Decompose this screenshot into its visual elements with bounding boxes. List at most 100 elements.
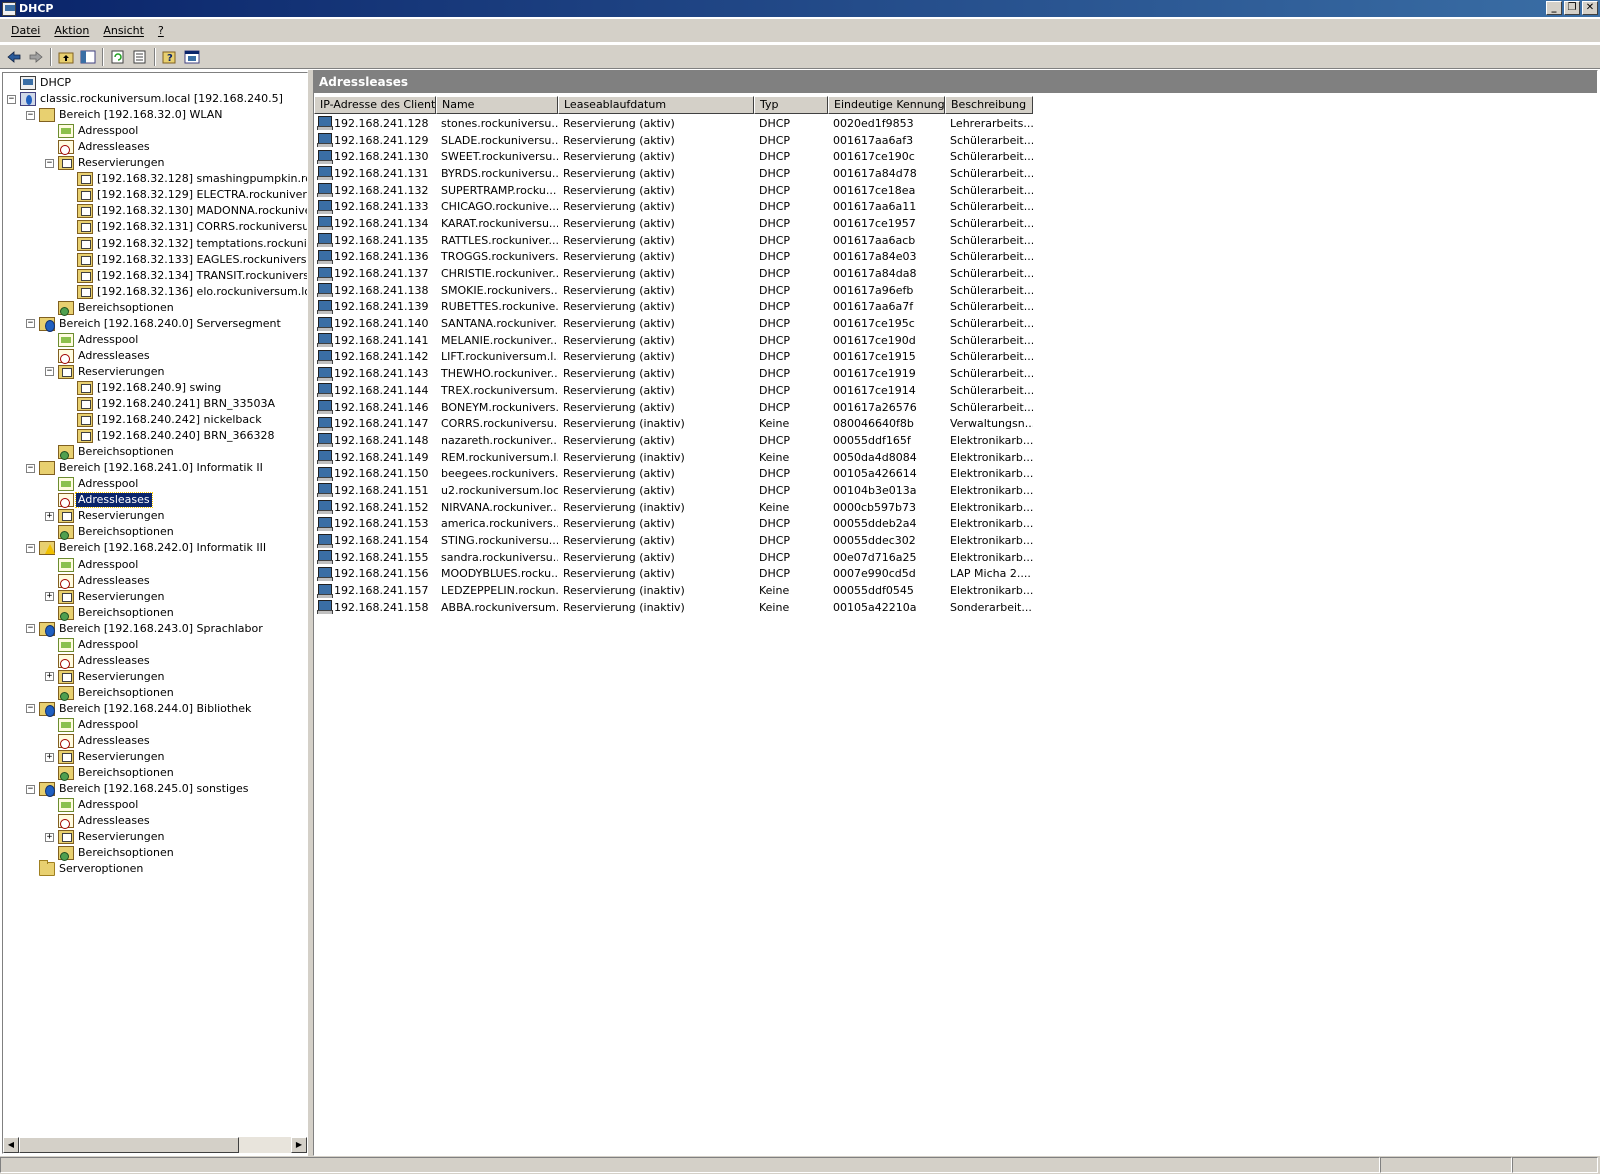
table-row[interactable]: 192.168.241.155 sandra.rockuniversu... Res…: [314, 549, 1033, 566]
tree-item[interactable]: Adressleases: [45, 733, 152, 750]
scroll-thumb[interactable]: [19, 1137, 239, 1153]
help-icon[interactable]: ?: [159, 47, 181, 67]
tree-item[interactable]: [192.168.32.136] elo.rockuniversum.local: [64, 284, 307, 300]
tree-item[interactable]: [192.168.32.131] CORRS.rockuniversum.lc: [64, 219, 307, 235]
tree-item[interactable]: [192.168.32.134] TRANSIT.rockuniversum: [64, 268, 307, 284]
tree-item[interactable]: Adresspool: [45, 717, 140, 733]
tree-item[interactable]: Adresspool: [45, 797, 140, 813]
scroll-track[interactable]: [239, 1137, 291, 1153]
tree-item[interactable]: Adressleases: [45, 492, 153, 509]
tree-item[interactable]: + Reservierungen: [45, 589, 166, 605]
table-row[interactable]: 192.168.241.144 TREX.rockuniversum... Rese…: [314, 382, 1033, 399]
tree-item[interactable]: − Bereich [192.168.32.0] WLAN: [26, 107, 225, 123]
tree-item[interactable]: [192.168.32.132] temptations.rockunivers: [64, 236, 307, 252]
expand-icon[interactable]: +: [45, 832, 54, 842]
table-row[interactable]: 192.168.241.137 CHRISTIE.rockuniver... Res…: [314, 265, 1033, 282]
tree-item[interactable]: − Bereich [192.168.245.0] sonstiges: [26, 781, 251, 798]
tree-item[interactable]: Bereichsoptionen: [45, 300, 176, 316]
table-row[interactable]: 192.168.241.129 SLADE.rockuniversu... Rese…: [314, 132, 1033, 149]
tree-item[interactable]: − Reservierungen: [45, 155, 166, 171]
collapse-icon[interactable]: −: [26, 319, 35, 329]
properties-icon[interactable]: [181, 47, 203, 67]
tree-item[interactable]: + Reservierungen: [45, 749, 166, 765]
tree-item[interactable]: − Bereich [192.168.240.0] Serversegment: [26, 316, 283, 332]
collapse-icon[interactable]: −: [26, 624, 35, 634]
table-row[interactable]: 192.168.241.147 CORRS.rockuniversu... Rese…: [314, 415, 1033, 432]
tree-item[interactable]: Adressleases: [45, 348, 152, 364]
close-button[interactable]: ✕: [1582, 1, 1598, 15]
tree-item[interactable]: DHCP: [7, 75, 73, 91]
collapse-icon[interactable]: −: [45, 367, 54, 377]
menu-aktion[interactable]: Aktion: [47, 22, 96, 39]
expand-icon[interactable]: +: [45, 752, 54, 762]
console-tree[interactable]: DHCP − classic.rockuniversum.local [192.16…: [2, 72, 308, 1154]
table-row[interactable]: 192.168.241.136 TROGGS.rockunivers... Rese…: [314, 249, 1033, 266]
tree-item[interactable]: Adresspool: [45, 123, 140, 139]
collapse-icon[interactable]: −: [26, 110, 35, 120]
tree-item[interactable]: − Reservierungen: [45, 364, 166, 380]
refresh-icon[interactable]: [107, 47, 129, 67]
table-row[interactable]: 192.168.241.128 stones.rockuniversu... Res…: [314, 115, 1033, 132]
tree-item[interactable]: Adresspool: [45, 476, 140, 492]
tree-item[interactable]: Adressleases: [45, 573, 152, 589]
table-row[interactable]: 192.168.241.153 america.rockunivers... Res…: [314, 516, 1033, 533]
tree-item[interactable]: Adressleases: [45, 139, 152, 156]
column-header-unique-id[interactable]: Eindeutige Kennung: [828, 96, 945, 114]
table-row[interactable]: 192.168.241.135 RATTLES.rockuniver... Rese…: [314, 232, 1033, 249]
table-row[interactable]: 192.168.241.133 CHICAGO.rockunive... Reser…: [314, 198, 1033, 215]
table-row[interactable]: 192.168.241.156 MOODYBLUES.rocku... Reserv…: [314, 566, 1033, 583]
tree-item[interactable]: + Reservierungen: [45, 829, 166, 845]
table-row[interactable]: 192.168.241.158 ABBA.rockuniversum... Rese…: [314, 599, 1033, 616]
menu-ansicht[interactable]: Ansicht: [96, 22, 151, 39]
menu-datei[interactable]: Datei: [4, 22, 47, 39]
table-row[interactable]: 192.168.241.139 RUBETTES.rockunive... Rese…: [314, 299, 1033, 316]
table-row[interactable]: 192.168.241.143 THEWHO.rockuniver... Reser…: [314, 365, 1033, 382]
restore-button[interactable]: ❐: [1564, 1, 1580, 15]
table-row[interactable]: 192.168.241.132 SUPERTRAMP.rocku... Reserv…: [314, 182, 1033, 199]
tree-item[interactable]: Adresspool: [45, 637, 140, 653]
table-row[interactable]: 192.168.241.130 SWEET.rockuniversu... Rese…: [314, 148, 1033, 165]
back-icon[interactable]: [3, 47, 25, 67]
column-header-lease-expiry[interactable]: Leaseablaufdatum: [558, 96, 754, 114]
column-header-description[interactable]: Beschreibung: [945, 96, 1033, 114]
tree-item[interactable]: Adressleases: [45, 653, 152, 669]
tree-horizontal-scrollbar[interactable]: ◀ ▶: [3, 1137, 307, 1153]
table-row[interactable]: 192.168.241.140 SANTANA.rockuniver... Rese…: [314, 315, 1033, 332]
expand-icon[interactable]: +: [45, 672, 54, 682]
tree-item[interactable]: Bereichsoptionen: [45, 685, 176, 701]
table-row[interactable]: 192.168.241.141 MELANIE.rockuniver... Rese…: [314, 332, 1033, 349]
table-row[interactable]: 192.168.241.151 u2.rockuniversum.local Res…: [314, 482, 1033, 499]
tree-item[interactable]: Serveroptionen: [26, 860, 145, 877]
tree-item[interactable]: [192.168.240.9] swing: [64, 380, 223, 396]
show-hide-tree-icon[interactable]: [77, 47, 99, 67]
table-row[interactable]: 192.168.241.157 LEDZEPPELIN.rockun... Rese…: [314, 582, 1033, 599]
tree-item[interactable]: [192.168.32.128] smashingpumpkin.rockur: [64, 171, 307, 187]
forward-icon[interactable]: [25, 47, 47, 67]
export-list-icon[interactable]: [129, 47, 151, 67]
collapse-icon[interactable]: −: [26, 463, 35, 473]
tree-item[interactable]: + Reservierungen: [45, 669, 166, 685]
table-row[interactable]: 192.168.241.150 beegees.rockunivers... Res…: [314, 465, 1033, 482]
column-header-type[interactable]: Typ: [754, 96, 828, 114]
collapse-icon[interactable]: −: [45, 158, 54, 168]
tree-item[interactable]: [192.168.240.240] BRN_366328: [64, 428, 276, 444]
tree-item[interactable]: [192.168.32.129] ELECTRA.rockuniversum: [64, 187, 307, 203]
menu-help[interactable]: ?: [151, 22, 171, 39]
tree-item[interactable]: Adressleases: [45, 813, 152, 830]
column-header-name[interactable]: Name: [436, 96, 558, 114]
table-row[interactable]: 192.168.241.131 BYRDS.rockuniversu... Rese…: [314, 165, 1033, 182]
table-row[interactable]: 192.168.241.148 nazareth.rockuniver... Res…: [314, 432, 1033, 449]
scroll-right-arrow-icon[interactable]: ▶: [291, 1137, 307, 1153]
table-row[interactable]: 192.168.241.134 KARAT.rockuniversu... Rese…: [314, 215, 1033, 232]
tree-item[interactable]: Adresspool: [45, 332, 140, 348]
tree-item[interactable]: − classic.rockuniversum.local [192.168.24…: [7, 91, 285, 107]
table-row[interactable]: 192.168.241.142 LIFT.rockuniversum.l... Re…: [314, 349, 1033, 366]
tree-item[interactable]: Bereichsoptionen: [45, 605, 176, 621]
table-row[interactable]: 192.168.241.149 REM.rockuniversum.l... Res…: [314, 449, 1033, 466]
collapse-icon[interactable]: −: [26, 704, 35, 714]
tree-item[interactable]: + Reservierungen: [45, 508, 166, 524]
tree-item[interactable]: Bereichsoptionen: [45, 845, 176, 862]
collapse-icon[interactable]: −: [26, 784, 35, 794]
minimize-button[interactable]: _: [1546, 1, 1562, 15]
expand-icon[interactable]: +: [45, 511, 54, 521]
